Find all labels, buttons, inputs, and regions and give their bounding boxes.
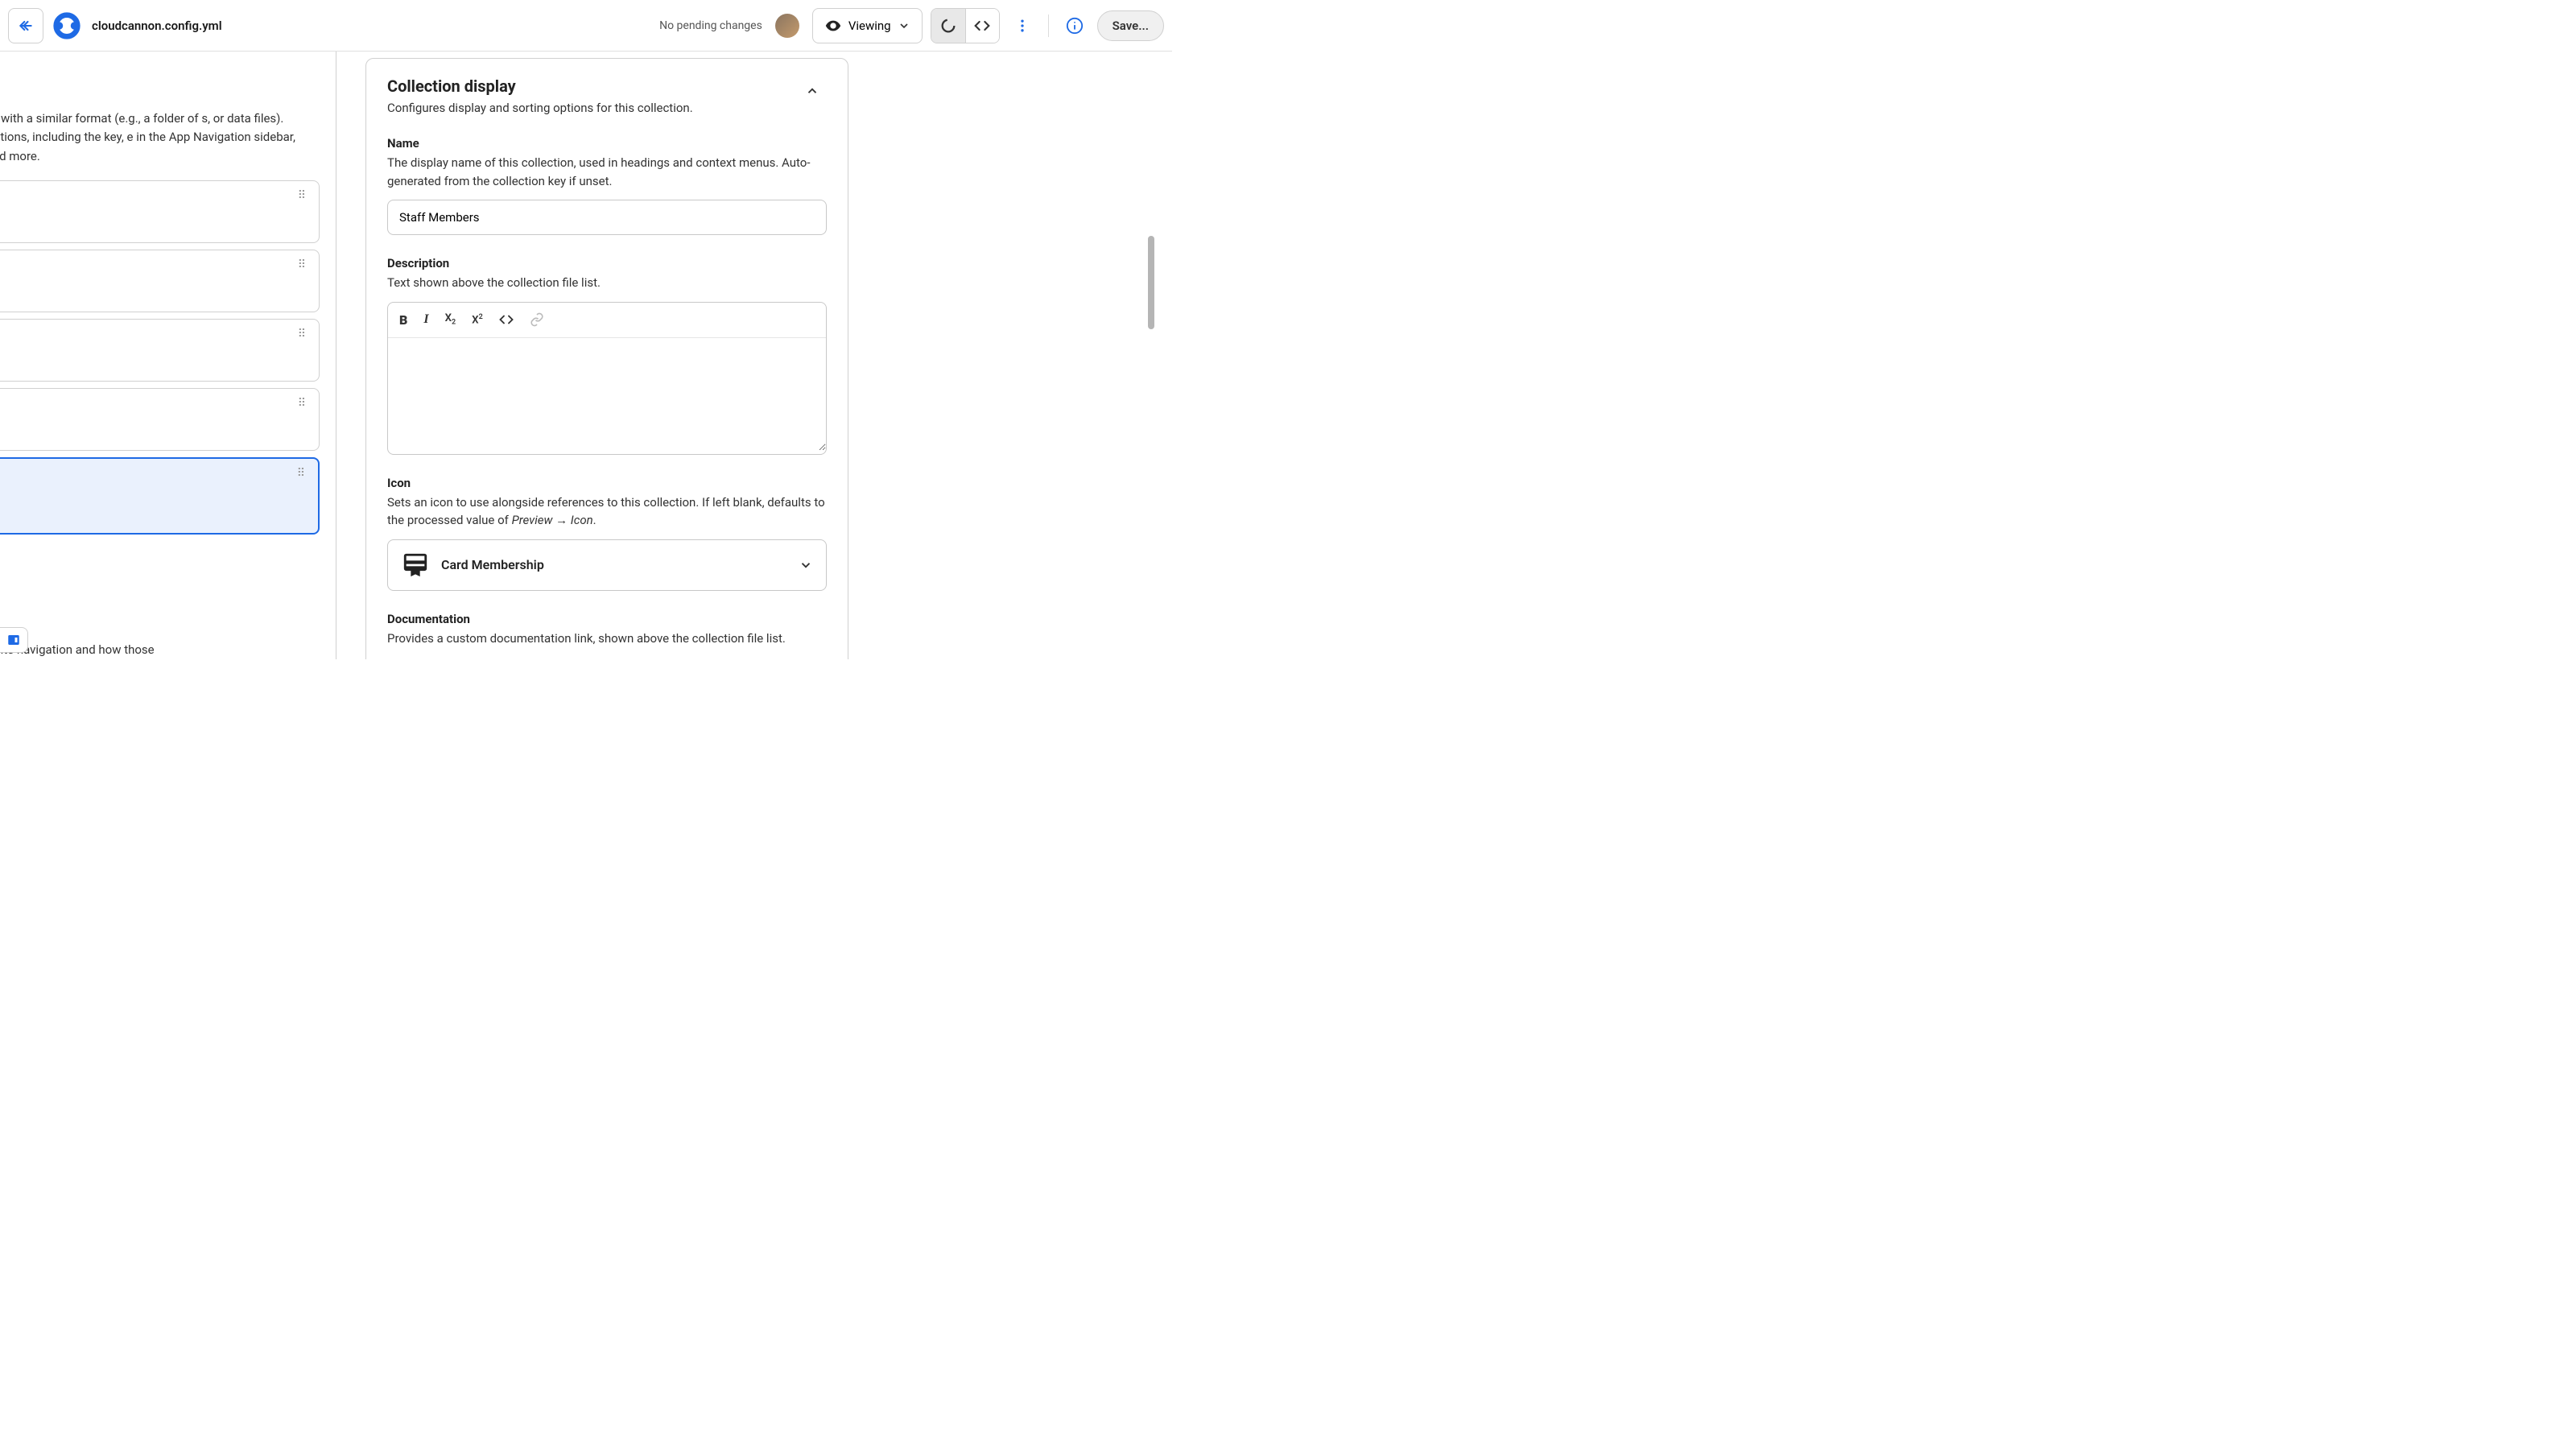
drag-handle-icon[interactable]: ⠿ <box>297 470 307 477</box>
collapse-section-button[interactable] <box>798 76 827 105</box>
eye-icon <box>824 17 842 35</box>
collection-card[interactable]: ⠿ <box>0 388 320 451</box>
link-icon <box>530 312 544 327</box>
icon-label: Icon <box>387 476 827 490</box>
more-menu-button[interactable] <box>1008 11 1037 40</box>
code-icon <box>974 18 990 34</box>
collection-card-selected[interactable]: s Members t/staff-members ⠿ <box>0 457 320 535</box>
pending-changes-label: No pending changes <box>659 19 762 32</box>
sidebar: collections group of related files with … <box>0 52 336 659</box>
name-label: Name <box>387 136 827 151</box>
superscript-button[interactable]: X2 <box>470 310 485 329</box>
loader-icon <box>939 17 957 35</box>
back-button[interactable] <box>8 8 43 43</box>
main-panel: Collection display Configures display an… <box>336 52 1172 659</box>
dots-vertical-icon <box>1014 18 1030 34</box>
description-field: Description Text shown above the collect… <box>387 256 827 455</box>
description-help: Text shown above the collection file lis… <box>387 274 827 292</box>
app-logo <box>52 10 82 41</box>
documentation-label: Documentation <box>387 612 827 626</box>
code-inline-button[interactable] <box>497 309 515 330</box>
collection-card[interactable]: t ⠿ <box>0 180 320 243</box>
name-help: The display name of this collection, use… <box>387 154 827 190</box>
drag-handle-icon[interactable]: ⠿ <box>298 192 308 199</box>
bold-button[interactable]: B <box>398 309 409 331</box>
rich-text-editor: B I X2 X2 <box>387 302 827 455</box>
code-icon <box>499 312 514 327</box>
user-avatar[interactable] <box>775 14 799 38</box>
section-title: Collection display <box>387 76 693 96</box>
collection-display-section: Collection display Configures display an… <box>365 58 848 659</box>
icon-select-label: Card Membership <box>441 557 787 572</box>
icon-help: Sets an icon to use alongside references… <box>387 493 827 530</box>
rte-toolbar: B I X2 X2 <box>388 303 826 338</box>
view-mode-dropdown[interactable]: Viewing <box>812 8 923 43</box>
visual-mode-button[interactable] <box>931 9 965 43</box>
collection-card[interactable]: cts t/products ⠿ <box>0 319 320 382</box>
description-textarea[interactable] <box>388 338 826 451</box>
card-membership-icon <box>401 551 430 580</box>
link-button[interactable] <box>528 309 546 330</box>
info-icon <box>1066 17 1084 35</box>
groups-description: ns are shown in the site navigation and … <box>0 641 320 659</box>
chevron-down-icon <box>799 558 813 572</box>
drag-handle-icon[interactable]: ⠿ <box>298 400 308 407</box>
app-header: cloudcannon.config.yml No pending change… <box>0 0 1172 52</box>
view-mode-label: Viewing <box>848 19 891 33</box>
save-button[interactable]: Save... <box>1097 10 1164 41</box>
section-description: Configures display and sorting options f… <box>387 101 693 115</box>
name-input[interactable] <box>387 200 827 235</box>
collection-card[interactable]: t/blog ⠿ <box>0 250 320 312</box>
editor-mode-toggle <box>931 8 1000 43</box>
divider <box>1048 14 1049 37</box>
subscript-button[interactable]: X2 <box>444 309 458 330</box>
name-field: Name The display name of this collection… <box>387 136 827 235</box>
file-name: cloudcannon.config.yml <box>92 19 222 33</box>
icon-select[interactable]: Card Membership <box>387 539 827 591</box>
collections-description: group of related files with a similar fo… <box>0 109 320 166</box>
italic-button[interactable]: I <box>422 309 430 330</box>
description-label: Description <box>387 256 827 270</box>
drag-handle-icon[interactable]: ⠿ <box>298 262 308 268</box>
panel-collapse-tab[interactable] <box>0 627 28 653</box>
panel-icon <box>6 633 21 647</box>
icon-field: Icon Sets an icon to use alongside refer… <box>387 476 827 591</box>
scrollbar-thumb[interactable] <box>1148 236 1154 329</box>
info-button[interactable] <box>1060 11 1089 40</box>
drag-handle-icon[interactable]: ⠿ <box>298 331 308 337</box>
groups-heading: ps <box>0 602 320 617</box>
documentation-help: Provides a custom documentation link, sh… <box>387 630 827 648</box>
chevron-down-icon <box>898 19 910 32</box>
code-mode-button[interactable] <box>965 9 999 43</box>
documentation-field: Documentation Provides a custom document… <box>387 612 827 660</box>
chevron-up-icon <box>805 84 819 98</box>
